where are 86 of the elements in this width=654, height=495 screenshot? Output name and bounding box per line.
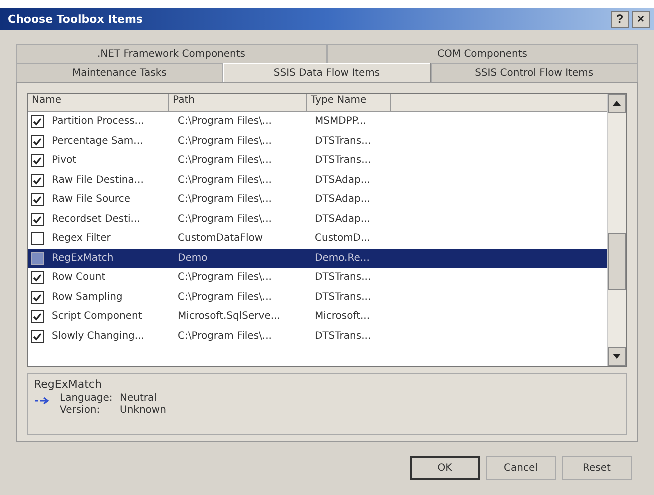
list-row[interactable]: Raw File Destina... C:\Program Files\... DTSAdap...: [28, 170, 607, 190]
checkbox[interactable]: [31, 193, 44, 206]
table-cell-text: Demo.Re...: [314, 252, 371, 264]
table-cell-text: Regex Filter: [51, 233, 112, 244]
table-cell-text: DTSAdap...: [314, 174, 372, 186]
table-cell-text: Pivot: [51, 155, 78, 166]
table-cell-text: RegExMatch: [51, 252, 115, 264]
column-header[interactable]: Path: [169, 94, 307, 111]
table-cell-text: C:\Program Files\...: [177, 292, 273, 303]
checkbox[interactable]: [31, 232, 44, 246]
table-cell-text: DTSTrans...: [314, 292, 372, 303]
checkbox[interactable]: [31, 154, 44, 168]
table-cell-text: Slowly Changing...: [51, 330, 146, 342]
tab[interactable]: COM Components: [327, 44, 638, 63]
list-row[interactable]: Partition Process... C:\Program Files\... MSMDPP...: [28, 112, 607, 132]
tab[interactable]: SSIS Control Flow Items: [430, 63, 638, 82]
checkbox[interactable]: [31, 330, 44, 343]
table-cell-text: DTSTrans...: [314, 272, 372, 284]
scroll-down-button[interactable]: [608, 347, 626, 366]
column-header[interactable]: Type Name: [307, 94, 391, 111]
list-row[interactable]: Raw File Source C:\Program Files\... DTSAdap...: [28, 190, 607, 210]
table-cell-text: C:\Program Files\...: [177, 330, 273, 342]
table-cell-text: CustomD...: [314, 233, 372, 244]
table-cell-text: C:\Program Files\...: [177, 174, 273, 186]
tab[interactable]: .NET Framework Components: [16, 44, 327, 63]
close-button[interactable]: ×: [632, 10, 650, 28]
field-label: Language:: [60, 393, 114, 404]
table-cell-text: CustomDataFlow: [177, 233, 264, 244]
dialog-button[interactable]: Reset: [562, 456, 632, 480]
table-cell-text: Script Component: [51, 311, 144, 322]
up-arrow-icon: [613, 101, 621, 106]
list-row[interactable]: Pivot C:\Program Files\... DTSTrans...: [28, 151, 607, 170]
table-cell-text: C:\Program Files\...: [177, 136, 273, 147]
field-label: Version:: [60, 405, 102, 416]
table-cell-text: C:\Program Files\...: [177, 194, 273, 206]
list-row[interactable]: Percentage Sam... C:\Program Files\... DTSTrans...: [28, 132, 607, 151]
window-title: Choose Toolbox Items: [8, 12, 144, 26]
tab[interactable]: Maintenance Tasks: [16, 63, 224, 82]
table-cell-text: DTSAdap...: [314, 194, 372, 206]
list-row[interactable]: Recordset Desti... C:\Program Files\... DTSAdap...: [28, 210, 607, 229]
down-arrow-icon: [613, 354, 621, 359]
scroll-up-button[interactable]: [608, 94, 626, 113]
checkbox[interactable]: [31, 115, 44, 128]
selected-row[interactable]: RegExMatch Demo Demo.Re...: [28, 248, 607, 268]
dialog-button[interactable]: Cancel: [486, 456, 556, 480]
field-value: Neutral: [120, 393, 158, 404]
table-cell-text: DTSAdap...: [314, 214, 372, 225]
field-value: Unknown: [120, 405, 166, 416]
table-cell-text: C:\Program Files\...: [177, 116, 273, 128]
scroll-thumb[interactable]: [608, 233, 626, 290]
table-cell-text: Raw File Source: [51, 194, 132, 206]
list-row[interactable]: Row Count C:\Program Files\... DTSTrans...: [28, 268, 607, 288]
table-cell-text: DTSTrans...: [314, 330, 372, 342]
list-row[interactable]: Regex Filter CustomDataFlow CustomD...: [28, 229, 607, 248]
table-cell-text: C:\Program Files\...: [177, 155, 273, 166]
checkbox[interactable]: [31, 290, 44, 304]
item-name: RegExMatch: [34, 378, 103, 391]
table-cell-text: MSMDPP...: [314, 116, 368, 128]
table-cell-text: Raw File Destina...: [51, 174, 145, 186]
list-row[interactable]: Row Sampling C:\Program Files\... DTSTrans...: [28, 288, 607, 307]
column-header[interactable]: Name: [28, 94, 169, 111]
table-cell-text: DTSTrans...: [314, 136, 372, 147]
checkbox[interactable]: [31, 271, 44, 284]
scrollbar[interactable]: [607, 94, 626, 366]
table-cell-text: Row Count: [51, 272, 107, 284]
checkbox[interactable]: [31, 134, 44, 148]
table-cell-text: DTSTrans...: [314, 155, 372, 166]
checkbox[interactable]: [31, 252, 44, 265]
checkbox[interactable]: [31, 310, 44, 324]
arrow-icon: [34, 397, 50, 405]
table-cell-text: C:\Program Files\...: [177, 272, 273, 284]
tab[interactable]: SSIS Data Flow Items: [223, 63, 431, 82]
dialog-button[interactable]: OK: [410, 456, 480, 480]
help-button[interactable]: ?: [611, 10, 629, 28]
table-cell-text: Partition Process...: [51, 116, 146, 128]
table-cell-text: Microsoft...: [314, 311, 372, 322]
table-cell-text: Row Sampling: [51, 292, 124, 303]
checkbox[interactable]: [31, 174, 44, 187]
table-cell-text: Recordset Desti...: [51, 214, 142, 225]
list-row[interactable]: Script Component Microsoft.SqlServe... Microsoft...: [28, 307, 607, 326]
table-cell-text: C:\Program Files\...: [177, 214, 273, 225]
table-cell-text: Demo: [177, 252, 209, 264]
list-row[interactable]: Slowly Changing... C:\Program Files\... DTSTrans...: [28, 326, 607, 346]
table-cell-text: Percentage Sam...: [51, 136, 144, 147]
table-cell-text: Microsoft.SqlServe...: [177, 311, 282, 322]
checkbox[interactable]: [31, 212, 44, 226]
